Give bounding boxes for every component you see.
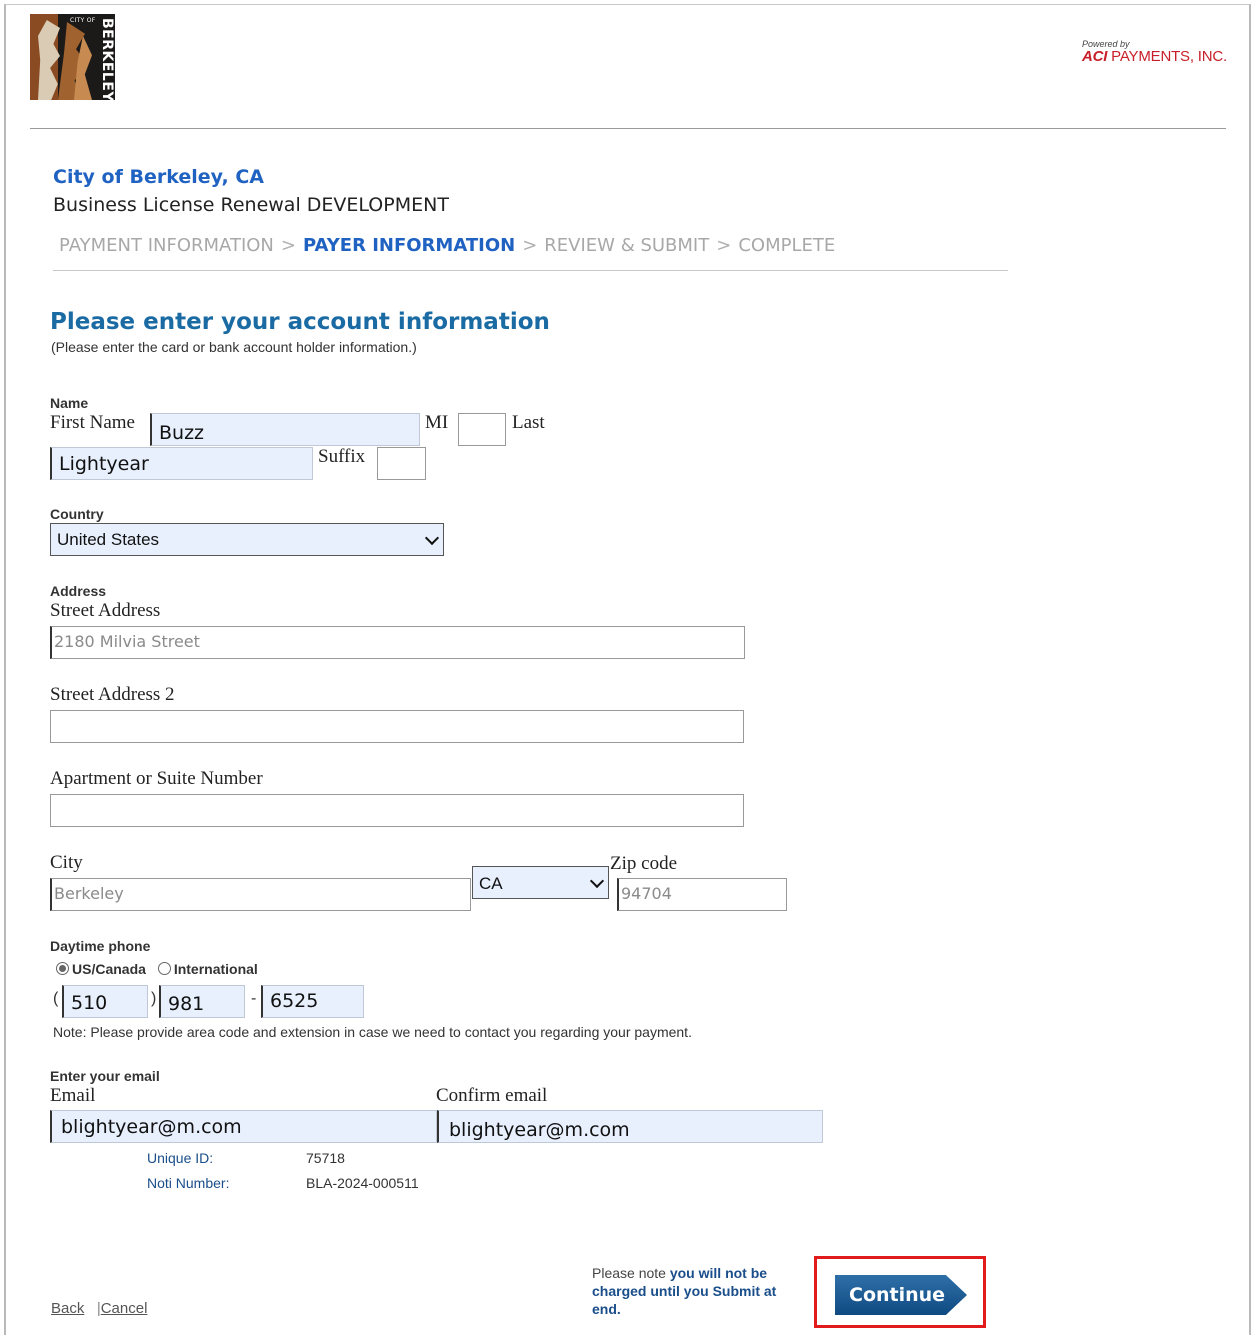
step-separator: > (280, 235, 296, 256)
email-label: Email (50, 1085, 96, 1106)
footer-links: Back |Cancel (51, 1300, 147, 1318)
last-name-input[interactable]: Lightyear (50, 447, 313, 480)
payment-note: Please note you will not be charged unti… (592, 1264, 807, 1318)
aci-brand: ACI (1081, 48, 1108, 65)
name-section-label: Name (50, 395, 89, 411)
mi-label: MI (425, 412, 449, 433)
continue-button[interactable]: Continue (835, 1275, 967, 1315)
form-heading: Please enter your account information (50, 309, 550, 335)
email-input[interactable]: blightyear@m.com (50, 1110, 437, 1143)
phone-note: Note: Please provide area code and exten… (53, 1024, 692, 1040)
aci-payments-logo: Powered by ACI PAYMENTS, INC. (1082, 40, 1227, 65)
city-input[interactable]: Berkeley (50, 878, 471, 911)
street-address-2-label: Street Address 2 (50, 684, 175, 705)
last-name-label: Last (512, 412, 545, 433)
area-code-input[interactable]: 510 (62, 985, 148, 1018)
logo-city-of-text: CITY OF (70, 17, 96, 24)
radio-us-canada-label: US/Canada (72, 961, 146, 977)
zip-code-input[interactable]: 94704 (617, 878, 787, 911)
steps-divider (53, 270, 1008, 271)
radio-international-label: International (173, 961, 258, 977)
country-value: United States (57, 530, 160, 549)
country-select[interactable]: United States (50, 523, 444, 556)
first-name-label: First Name (50, 412, 135, 433)
state-select[interactable]: CA (472, 866, 609, 899)
step-complete: COMPLETE (738, 235, 836, 256)
berkeley-logo: CITY OF BERKELEY (30, 14, 115, 100)
street-address-2-input[interactable] (50, 710, 744, 743)
radio-international[interactable] (157, 962, 171, 975)
area-code-open-paren: ( (53, 990, 59, 1007)
unique-id-value: 75718 (306, 1150, 345, 1166)
phone-section-label: Daytime phone (50, 938, 151, 954)
page-subtitle: Business License Renewal DEVELOPMENT (53, 194, 449, 216)
country-label: Country (50, 506, 104, 522)
email-section-label: Enter your email (50, 1068, 160, 1084)
step-payer-information: PAYER INFORMATION (302, 235, 516, 256)
unique-id-label: Unique ID: (147, 1150, 214, 1166)
suffix-label: Suffix (318, 446, 366, 467)
header-divider (30, 128, 1226, 129)
chevron-down-icon (424, 530, 440, 545)
continue-button-label: Continue (849, 1284, 946, 1306)
phone-line-input[interactable]: 6525 (261, 985, 364, 1018)
chevron-down-icon (589, 873, 605, 888)
progress-steps: PAYMENT INFORMATION > PAYER INFORMATION > RE… (59, 235, 835, 256)
confirm-email-input[interactable]: blightyear@m.com (437, 1110, 823, 1143)
phone-type-radios: US/Canada International (56, 961, 258, 977)
page-title: City of Berkeley, CA (53, 166, 265, 188)
payment-note-prefix: Please note (592, 1265, 666, 1281)
phone-dash: - (251, 990, 257, 1007)
form-hint: (Please enter the card or bank account h… (51, 339, 417, 355)
apartment-suite-label: Apartment or Suite Number (50, 768, 263, 789)
state-value: CA (479, 874, 503, 893)
step-review-submit: REVIEW & SUBMIT (544, 235, 710, 256)
noti-number-value: BLA-2024-000511 (306, 1175, 419, 1191)
aci-company: PAYMENTS, INC. (1111, 48, 1227, 65)
step-separator: > (716, 235, 732, 256)
logo-berkeley-text: BERKELEY (99, 18, 115, 100)
street-address-input[interactable]: 2180 Milvia Street (50, 626, 745, 659)
street-address-label: Street Address (50, 600, 161, 621)
mi-input[interactable] (458, 413, 506, 446)
address-section-label: Address (50, 583, 107, 599)
apartment-suite-input[interactable] (50, 794, 744, 827)
noti-number-label: Noti Number: (147, 1175, 230, 1191)
radio-us-canada[interactable] (56, 962, 69, 975)
area-code-close-paren: ) (151, 990, 157, 1007)
step-separator: > (522, 235, 538, 256)
phone-prefix-input[interactable]: 981 (159, 985, 245, 1018)
cancel-link[interactable]: Cancel (101, 1300, 148, 1317)
confirm-email-label: Confirm email (436, 1085, 548, 1106)
zip-code-label: Zip code (610, 853, 678, 874)
back-link[interactable]: Back (51, 1300, 84, 1317)
city-label: City (50, 852, 83, 873)
first-name-input[interactable]: Buzz (150, 413, 420, 446)
suffix-input[interactable] (377, 447, 426, 480)
step-payment-information: PAYMENT INFORMATION (59, 235, 274, 256)
